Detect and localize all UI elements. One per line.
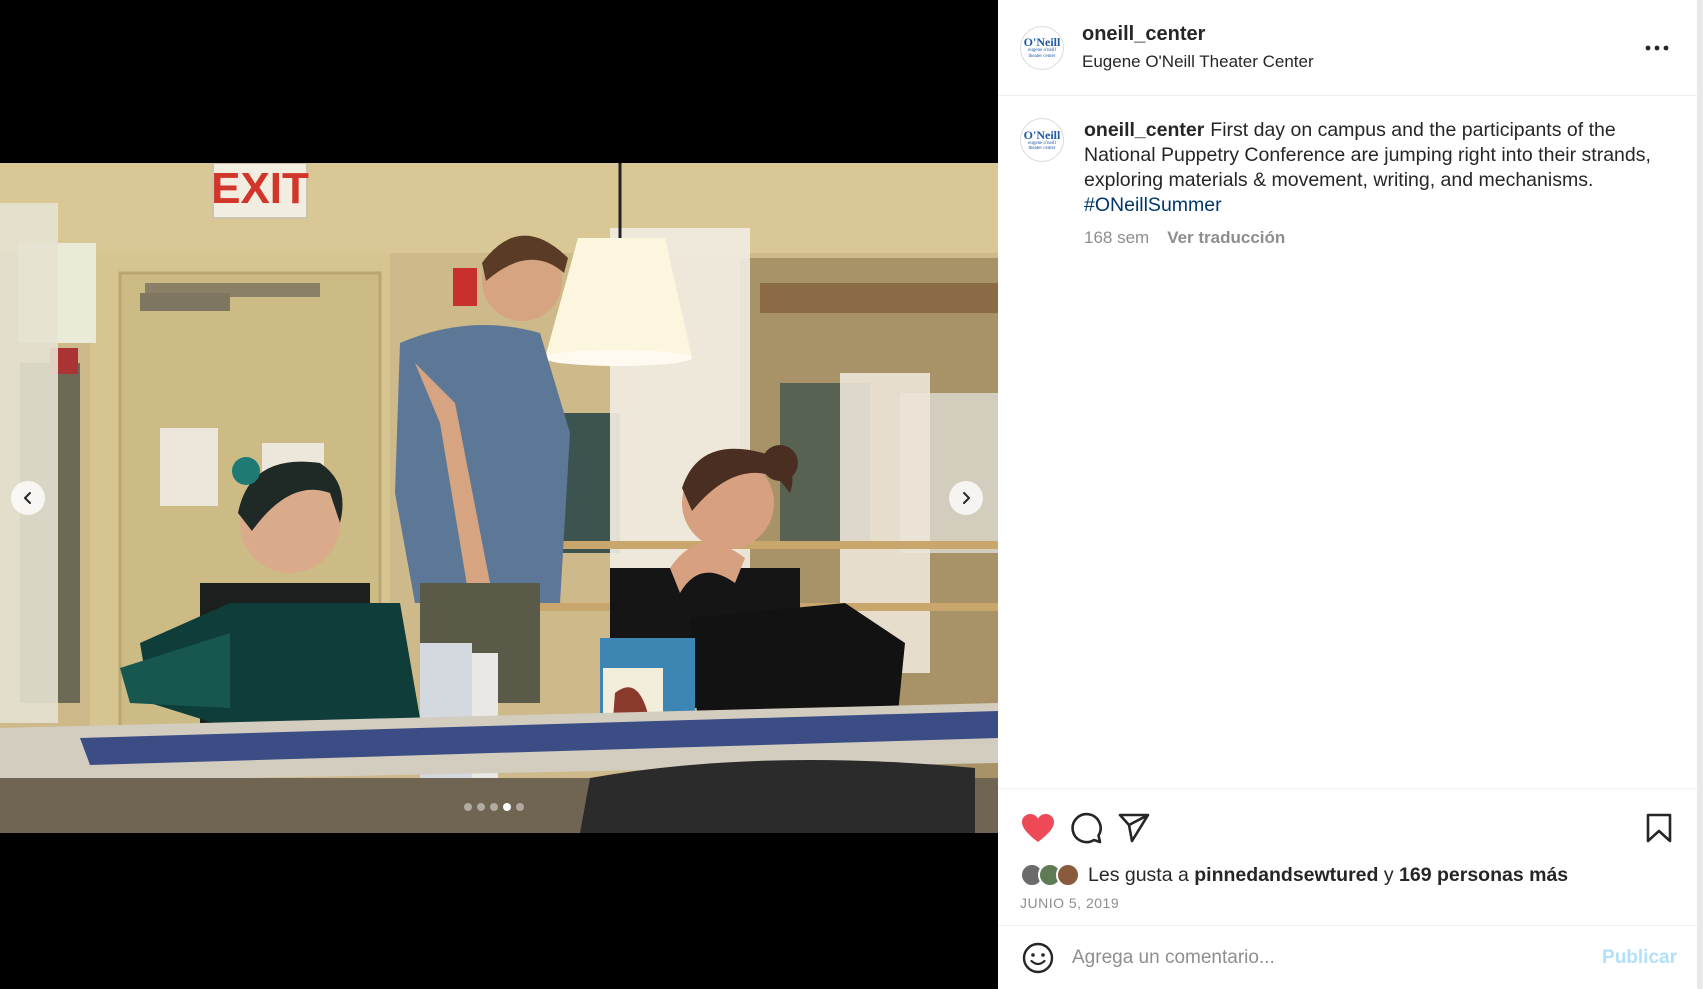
- carousel-dot: [503, 803, 511, 811]
- more-options-button[interactable]: [1637, 28, 1677, 68]
- share-button[interactable]: [1116, 810, 1152, 846]
- likes-summary: Les gusta a pinnedandsewtured y 169 pers…: [1020, 863, 1677, 887]
- carousel-next-button[interactable]: [949, 481, 983, 515]
- logo-text: O'Neill: [1023, 35, 1061, 49]
- translate-button[interactable]: Ver traducción: [1167, 228, 1285, 248]
- more-horizontal-icon: [1645, 45, 1669, 50]
- likes-conjunction: y: [1383, 863, 1394, 886]
- post-side-panel: O'Neill eugene o'neill theater center on…: [998, 0, 1703, 989]
- oneill-logo: O'Neill eugene o'neill theater center: [1021, 129, 1063, 152]
- publish-button[interactable]: Publicar: [1602, 947, 1677, 969]
- post-date[interactable]: JUNIO 5, 2019: [1020, 895, 1677, 911]
- logo-subtext: eugene o'neill theater center: [1028, 140, 1056, 152]
- header-location[interactable]: Eugene O'Neill Theater Center: [1082, 52, 1637, 72]
- header-text: oneill_center Eugene O'Neill Theater Cen…: [1082, 23, 1637, 72]
- actions-area: Les gusta a pinnedandsewtured y 169 pers…: [998, 788, 1697, 925]
- header-username[interactable]: oneill_center: [1082, 23, 1637, 46]
- exit-sign-text: EXIT: [211, 164, 309, 213]
- send-icon: [1118, 813, 1150, 843]
- caption-meta: 168 sem Ver traducción: [1084, 228, 1677, 248]
- instagram-post-view: EXIT O'Neill eugene o'neill theater cent…: [0, 0, 1703, 989]
- caption-row: O'Neill eugene o'neill theater center on…: [1020, 118, 1677, 248]
- carousel-dot: [464, 803, 472, 811]
- likes-user-link[interactable]: pinnedandsewtured: [1194, 864, 1378, 887]
- comment-input[interactable]: [1072, 946, 1603, 969]
- carousel-dot: [490, 803, 498, 811]
- liker-avatar: [1056, 863, 1080, 887]
- post-photo[interactable]: EXIT: [0, 163, 998, 833]
- action-bar: [1020, 803, 1677, 853]
- smiley-icon: [1022, 942, 1054, 973]
- media-panel: EXIT: [0, 0, 998, 989]
- caption-avatar[interactable]: O'Neill eugene o'neill theater center: [1020, 118, 1064, 162]
- caption-area: O'Neill eugene o'neill theater center on…: [998, 96, 1697, 788]
- caption-text: oneill_center First day on campus and the…: [1084, 118, 1677, 218]
- logo-subtext: eugene o'neill theater center: [1028, 48, 1056, 59]
- comment-button[interactable]: [1068, 810, 1104, 846]
- logo-text: O'Neill: [1023, 127, 1061, 142]
- save-button[interactable]: [1641, 810, 1677, 846]
- post-age[interactable]: 168 sem: [1084, 228, 1149, 248]
- post-header: O'Neill eugene o'neill theater center on…: [998, 0, 1697, 96]
- carousel-dots: [464, 803, 524, 811]
- liker-avatars[interactable]: [1020, 863, 1080, 887]
- comment-bar: Publicar: [998, 925, 1697, 989]
- carousel-dot: [516, 803, 524, 811]
- avatar[interactable]: O'Neill eugene o'neill theater center: [1020, 25, 1064, 70]
- carousel-dot: [477, 803, 485, 811]
- photo-illustration: EXIT: [0, 163, 998, 833]
- chevron-right-icon: [963, 492, 970, 504]
- heart-icon: [1022, 814, 1054, 842]
- likes-others-link[interactable]: 169 personas más: [1399, 864, 1568, 887]
- caption-body: oneill_center First day on campus and the…: [1084, 118, 1677, 248]
- bookmark-icon: [1646, 813, 1672, 843]
- emoji-button[interactable]: [1020, 940, 1056, 976]
- like-button[interactable]: [1020, 810, 1056, 846]
- carousel-prev-button[interactable]: [11, 481, 45, 515]
- caption-username[interactable]: oneill_center: [1084, 119, 1204, 141]
- comment-icon: [1071, 812, 1102, 844]
- chevron-left-icon: [24, 492, 31, 504]
- caption-hashtag[interactable]: #ONeillSummer: [1084, 194, 1222, 216]
- oneill-logo: O'Neill eugene o'neill theater center: [1021, 36, 1063, 59]
- likes-prefix: Les gusta a: [1088, 863, 1189, 886]
